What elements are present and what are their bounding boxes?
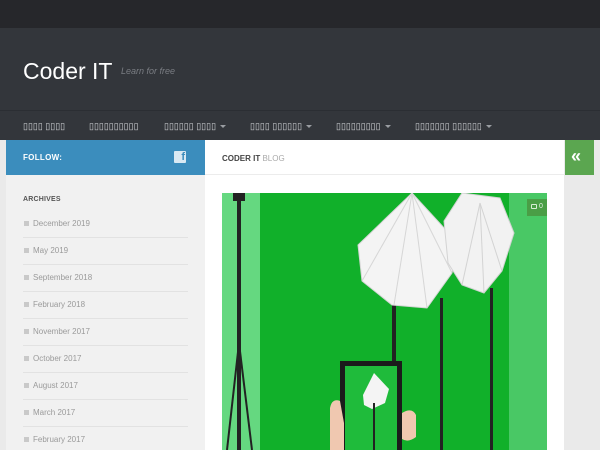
archive-link[interactable]: September 2018 [33,273,92,282]
chevron-down-icon [384,125,391,129]
chevron-down-icon [220,125,227,129]
comment-count: 0 [539,203,543,210]
folder-icon [24,329,29,334]
archive-link[interactable]: May 2019 [33,246,68,255]
archive-link[interactable]: October 2017 [33,354,81,363]
nav-item-label: ▯▯▯▯ ▯▯▯▯ [23,121,66,131]
facebook-icon[interactable]: f [174,151,186,163]
site-header: Coder IT Learn for free [0,28,600,110]
archive-item[interactable]: November 2017 [23,319,188,346]
chevron-down-icon [485,125,492,129]
content-header: CODER IT BLOG [205,140,564,175]
post-featured-image[interactable] [222,193,547,450]
folder-icon [24,437,29,442]
folder-icon [24,302,29,307]
nav-item-5[interactable]: ▯▯▯▯▯▯▯▯▯ [336,121,391,132]
blog-title: CODER IT BLOG [222,154,285,163]
nav-item-4[interactable]: ▯▯▯▯ ▯▯▯▯▯▯ [250,121,313,132]
nav-item-label: ▯▯▯▯ ▯▯▯▯▯▯ [250,121,303,131]
archive-item[interactable]: February 2017 [23,427,188,450]
main-content: CODER IT BLOG 0 [205,140,564,450]
archive-link[interactable]: March 2017 [33,408,75,417]
follow-label: FOLLOW: [23,153,63,162]
archive-item[interactable]: August 2017 [23,373,188,400]
folder-icon [24,383,29,388]
folder-icon [24,275,29,280]
archive-item[interactable]: May 2019 [23,238,188,265]
nav-item-2[interactable]: ▯▯▯▯▯▯▯▯▯▯ [89,121,139,132]
blog-title-strong: CODER IT [222,154,261,163]
sidebar-collapse-button[interactable]: « [565,140,594,175]
archives-heading: ARCHIVES [23,196,61,203]
sidebar: FOLLOW: f ARCHIVES December 2019 May 201… [6,140,205,450]
site-tagline: Learn for free [121,66,176,76]
folder-icon [24,356,29,361]
archive-link[interactable]: November 2017 [33,327,90,336]
archive-item[interactable]: December 2019 [23,211,188,238]
archive-item[interactable]: September 2018 [23,265,188,292]
archive-link[interactable]: February 2018 [33,300,85,309]
archive-item[interactable]: March 2017 [23,400,188,427]
comment-count-badge[interactable]: 0 [527,199,547,216]
follow-bar: FOLLOW: f [6,140,205,175]
archive-item[interactable]: October 2017 [23,346,188,373]
site-title[interactable]: Coder IT [23,58,112,85]
top-bar [0,0,600,28]
archive-link[interactable]: February 2017 [33,435,85,444]
blog-title-light: BLOG [262,154,285,163]
chevron-down-icon [306,125,313,129]
right-sidebar-collapsed [564,140,600,450]
archive-list: December 2019 May 2019 September 2018 Fe… [23,211,188,450]
nav-item-1[interactable]: ▯▯▯▯ ▯▯▯▯ [23,121,65,132]
archive-link[interactable]: August 2017 [33,381,78,390]
double-chevron-left-icon: « [571,146,582,166]
nav-item-label: ▯▯▯▯▯▯▯▯▯ [336,121,381,131]
main-nav: ▯▯▯▯ ▯▯▯▯ ▯▯▯▯▯▯▯▯▯▯ ▯▯▯▯▯▯ ▯▯▯▯ ▯▯▯▯ ▯▯… [0,110,600,140]
folder-icon [24,221,29,226]
nav-item-label: ▯▯▯▯▯▯▯▯▯▯ [89,121,139,131]
folder-icon [24,410,29,415]
nav-item-label: ▯▯▯▯▯▯▯ ▯▯▯▯▯▯ [415,121,482,131]
nav-item-label: ▯▯▯▯▯▯ ▯▯▯▯ [164,121,217,131]
nav-item-6[interactable]: ▯▯▯▯▯▯▯ ▯▯▯▯▯▯ [415,121,492,132]
folder-icon [24,248,29,253]
nav-item-3[interactable]: ▯▯▯▯▯▯ ▯▯▯▯ [164,121,227,132]
comment-bubble-icon [531,204,537,209]
archive-link[interactable]: December 2019 [33,219,90,228]
archive-item[interactable]: February 2018 [23,292,188,319]
